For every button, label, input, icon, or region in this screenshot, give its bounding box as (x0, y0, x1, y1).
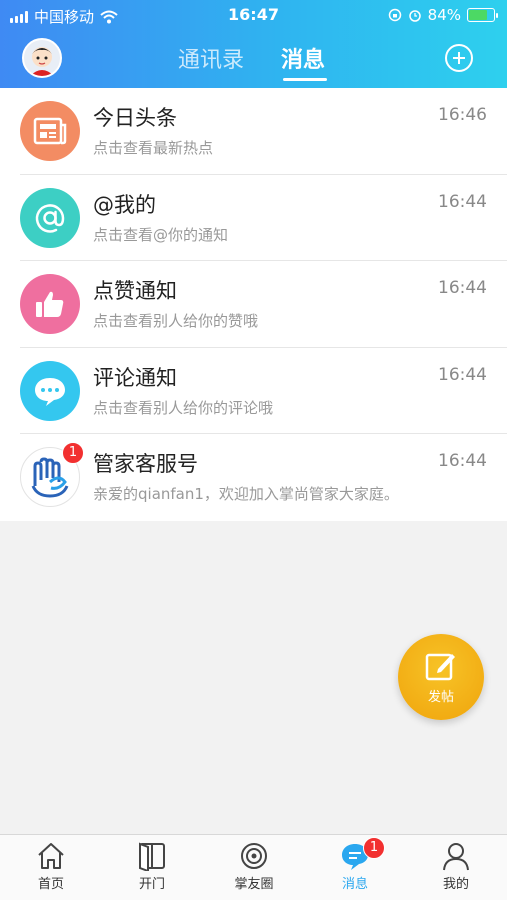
tab-label: 掌友圈 (234, 877, 274, 892)
tab-me[interactable]: 我的 (416, 841, 496, 892)
tab-home[interactable]: 首页 (11, 841, 91, 892)
item-subtitle: 亲爱的qianfan1，欢迎加入掌尚管家大家庭。 (93, 485, 399, 503)
item-title: @我的 (93, 192, 156, 217)
list-item-headlines[interactable]: 今日头条 点击查看最新热点 16:46 (0, 88, 507, 175)
list-item-mentions[interactable]: @我的 点击查看@你的通知 16:44 (0, 175, 507, 261)
home-icon (38, 843, 64, 869)
item-subtitle: 点击查看@你的通知 (93, 225, 229, 244)
tab-badge: 1 (363, 837, 385, 859)
comment-icon (20, 360, 80, 421)
active-tab-indicator (283, 78, 327, 81)
new-post-button[interactable]: 发帖 (398, 634, 484, 720)
bottom-tab-bar: 首页 开门 掌友圈 消息 1 我的 (0, 834, 507, 900)
message-list: 今日头条 点击查看最新热点 16:46 @我的 点击查看@你的通知 16:44 … (0, 88, 507, 521)
item-time: 16:44 (438, 364, 487, 385)
item-time: 16:44 (438, 451, 487, 471)
unread-badge: 1 (62, 442, 84, 464)
rotation-lock-icon (388, 8, 401, 22)
top-nav: 通讯录 消息 (0, 36, 507, 82)
list-item-comments[interactable]: 评论通知 点击查看别人给你的评论哦 16:44 (0, 348, 507, 434)
tab-label: 消息 (341, 877, 368, 892)
thumbs-up-icon (20, 274, 80, 334)
battery-icon (467, 8, 498, 22)
list-item-likes[interactable]: 点赞通知 点击查看别人给你的赞哦 16:44 (0, 261, 507, 348)
alarm-icon (408, 10, 421, 22)
person-icon (443, 843, 469, 871)
item-time: 16:44 (438, 278, 487, 298)
item-subtitle: 点击查看别人给你的赞哦 (93, 312, 259, 330)
status-bar: 中国移动 16:47 84% (0, 0, 507, 30)
item-title: 今日头条 (93, 106, 177, 130)
item-subtitle: 点击查看别人给你的评论哦 (93, 398, 274, 417)
at-icon (20, 187, 80, 248)
item-title: 评论通知 (93, 365, 177, 390)
tab-label: 开门 (138, 877, 165, 892)
list-item-service[interactable]: 1 管家客服号 亲爱的qianfan1，欢迎加入掌尚管家大家庭。 16:44 (0, 434, 507, 521)
item-time: 16:44 (438, 191, 487, 212)
battery-percent: 84% (427, 6, 461, 24)
add-button[interactable] (445, 44, 473, 72)
tab-circle[interactable]: 掌友圈 (214, 841, 294, 892)
tab-label: 首页 (37, 877, 64, 892)
tab-contacts[interactable]: 通讯录 (178, 42, 244, 74)
header: 中国移动 16:47 84% 通讯录 消息 (0, 0, 507, 88)
edit-icon (425, 653, 455, 680)
tab-messages-bottom[interactable]: 消息 1 (315, 837, 395, 892)
tab-messages[interactable]: 消息 (281, 42, 325, 74)
avatar-icon (30, 47, 54, 76)
new-post-label: 发帖 (427, 689, 454, 705)
item-time: 16:46 (438, 105, 487, 125)
item-title: 管家客服号 (93, 452, 198, 476)
circle-icon (241, 843, 267, 869)
tab-open-door[interactable]: 开门 (112, 841, 192, 892)
door-icon (139, 842, 165, 871)
item-subtitle: 点击查看最新热点 (93, 139, 214, 157)
tab-label: 我的 (442, 877, 469, 892)
item-title: 点赞通知 (93, 279, 177, 303)
newspaper-icon (20, 101, 80, 161)
avatar[interactable] (22, 38, 62, 78)
